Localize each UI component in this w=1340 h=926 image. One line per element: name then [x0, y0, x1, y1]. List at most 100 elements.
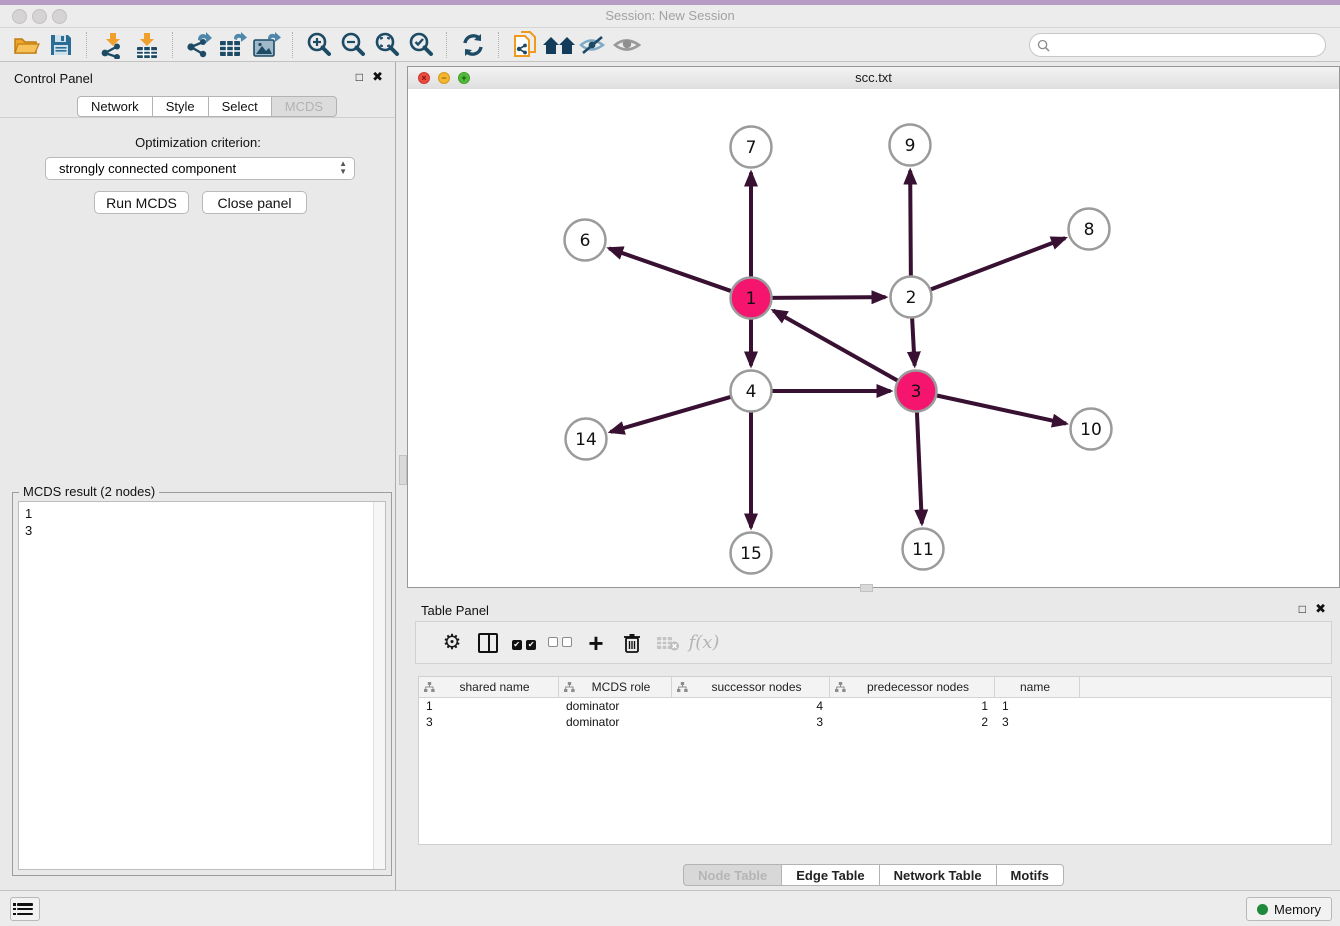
graph-edge-1-2[interactable]: [770, 297, 885, 298]
hierarchy-icon: [424, 682, 435, 693]
graph-edge-3-10[interactable]: [935, 395, 1066, 423]
graph-node-8[interactable]: 8: [1069, 209, 1110, 250]
table-cell[interactable]: 3: [672, 714, 830, 730]
graph-node-4[interactable]: 4: [731, 371, 772, 412]
float-panel-icon[interactable]: □: [356, 70, 363, 84]
network-graph[interactable]: 1 2 3 4 6 7 8 9 10 11 14 15: [408, 89, 1339, 587]
table-row[interactable]: 3dominator323: [419, 714, 1331, 730]
column-header-shared-name[interactable]: shared name: [419, 677, 559, 697]
tab-style[interactable]: Style: [153, 96, 209, 117]
close-table-panel-icon[interactable]: ✖: [1315, 602, 1326, 616]
delete-table-icon: [656, 634, 680, 652]
memory-button[interactable]: Memory: [1246, 897, 1332, 921]
table-cell[interactable]: 2: [830, 714, 995, 730]
tab-node-table[interactable]: Node Table: [683, 864, 782, 886]
graph-edge-2-3[interactable]: [912, 316, 915, 365]
graph-node-3[interactable]: 3: [896, 371, 937, 412]
graph-edge-2-8[interactable]: [929, 238, 1065, 290]
deselect-all-columns-button[interactable]: [542, 627, 578, 659]
import-table-button[interactable]: [130, 30, 164, 60]
export-network-button[interactable]: [182, 30, 216, 60]
optimization-criterion-select[interactable]: strongly connected component ▲▼: [45, 157, 355, 180]
table-cell[interactable]: 4: [672, 698, 830, 714]
zoom-fit-button[interactable]: [370, 30, 404, 60]
tab-mcds[interactable]: MCDS: [272, 96, 337, 117]
graph-node-7[interactable]: 7: [731, 127, 772, 168]
tab-network-table[interactable]: Network Table: [880, 864, 997, 886]
result-scrollbar[interactable]: [373, 502, 385, 869]
column-header-successor-nodes[interactable]: successor nodes: [672, 677, 830, 697]
table-cell[interactable]: 3: [419, 714, 559, 730]
function-builder-button[interactable]: f(x): [686, 627, 722, 659]
zoom-out-button[interactable]: [336, 30, 370, 60]
table-cell[interactable]: 1: [830, 698, 995, 714]
tab-select[interactable]: Select: [209, 96, 272, 117]
table-settings-button[interactable]: ⚙: [434, 627, 470, 659]
select-all-columns-button[interactable]: ✔ ✔: [506, 627, 542, 659]
column-header-name[interactable]: name: [995, 677, 1080, 697]
hierarchy-icon: [564, 682, 575, 693]
graph-node-15[interactable]: 15: [731, 533, 772, 574]
export-image-button[interactable]: [250, 30, 284, 60]
graph-node-11[interactable]: 11: [903, 529, 944, 570]
graph-edge-3-1[interactable]: [773, 311, 899, 382]
network-window-titlebar[interactable]: × − + scc.txt: [408, 67, 1339, 90]
first-neighbors-button[interactable]: [542, 30, 576, 60]
network-canvas[interactable]: 1 2 3 4 6 7 8 9 10 11 14 15: [408, 89, 1339, 587]
table-panel-title: Table Panel: [421, 603, 489, 618]
task-history-button[interactable]: [10, 897, 40, 921]
close-panel-button[interactable]: Close panel: [202, 191, 307, 214]
graph-node-10[interactable]: 10: [1071, 409, 1112, 450]
table-cell[interactable]: dominator: [559, 714, 672, 730]
open-session-button[interactable]: [10, 30, 44, 60]
table-cell[interactable]: 1: [995, 698, 1080, 714]
table-row[interactable]: 1dominator411: [419, 698, 1331, 714]
clone-network-button[interactable]: [508, 30, 542, 60]
column-header-MCDS-role[interactable]: MCDS role: [559, 677, 672, 697]
svg-text:10: 10: [1080, 420, 1102, 440]
graph-node-1[interactable]: 1: [731, 278, 772, 319]
table-cell[interactable]: 1: [419, 698, 559, 714]
import-network-button[interactable]: [96, 30, 130, 60]
zoom-selected-button[interactable]: [404, 30, 438, 60]
mcds-result-box[interactable]: 1 3: [18, 501, 386, 870]
float-table-panel-icon[interactable]: □: [1299, 602, 1306, 616]
delete-table-button[interactable]: [650, 627, 686, 659]
delete-column-button[interactable]: [614, 627, 650, 659]
save-session-button[interactable]: [44, 30, 78, 60]
search-box[interactable]: [1029, 33, 1326, 57]
svg-text:3: 3: [911, 382, 922, 402]
graph-node-9[interactable]: 9: [890, 125, 931, 166]
search-input[interactable]: [1054, 37, 1325, 53]
horizontal-splitter-handle[interactable]: [860, 584, 873, 592]
export-table-button[interactable]: [216, 30, 250, 60]
graph-edge-2-9[interactable]: [910, 170, 911, 277]
column-layout-button[interactable]: [470, 627, 506, 659]
select-stepper-icon: ▲▼: [339, 160, 347, 176]
tab-network[interactable]: Network: [77, 96, 153, 117]
graph-node-2[interactable]: 2: [891, 277, 932, 318]
toolbar-separator: [86, 32, 88, 58]
node-table[interactable]: shared nameMCDS rolesuccessor nodesprede…: [418, 676, 1332, 845]
svg-text:9: 9: [905, 136, 916, 156]
refresh-view-button[interactable]: [456, 30, 490, 60]
export-image-icon: [252, 31, 282, 59]
close-panel-icon[interactable]: ✖: [372, 70, 383, 84]
tab-edge-table[interactable]: Edge Table: [782, 864, 879, 886]
graph-edge-1-6[interactable]: [609, 248, 733, 291]
zoom-in-button[interactable]: [302, 30, 336, 60]
graph-node-6[interactable]: 6: [565, 220, 606, 261]
show-all-button[interactable]: [610, 30, 644, 60]
run-mcds-button[interactable]: Run MCDS: [94, 191, 189, 214]
table-cell[interactable]: 3: [995, 714, 1080, 730]
vertical-splitter-handle[interactable]: [399, 455, 407, 485]
add-column-button[interactable]: +: [578, 627, 614, 659]
table-cell[interactable]: dominator: [559, 698, 672, 714]
graph-edge-3-11[interactable]: [917, 410, 922, 523]
column-header-predecessor-nodes[interactable]: predecessor nodes: [830, 677, 995, 697]
hide-selected-button[interactable]: [576, 30, 610, 60]
tab-motifs[interactable]: Motifs: [997, 864, 1064, 886]
graph-edge-4-14[interactable]: [610, 396, 732, 431]
graph-node-14[interactable]: 14: [566, 419, 607, 460]
node-table-body: 1dominator4113dominator323: [419, 698, 1331, 730]
